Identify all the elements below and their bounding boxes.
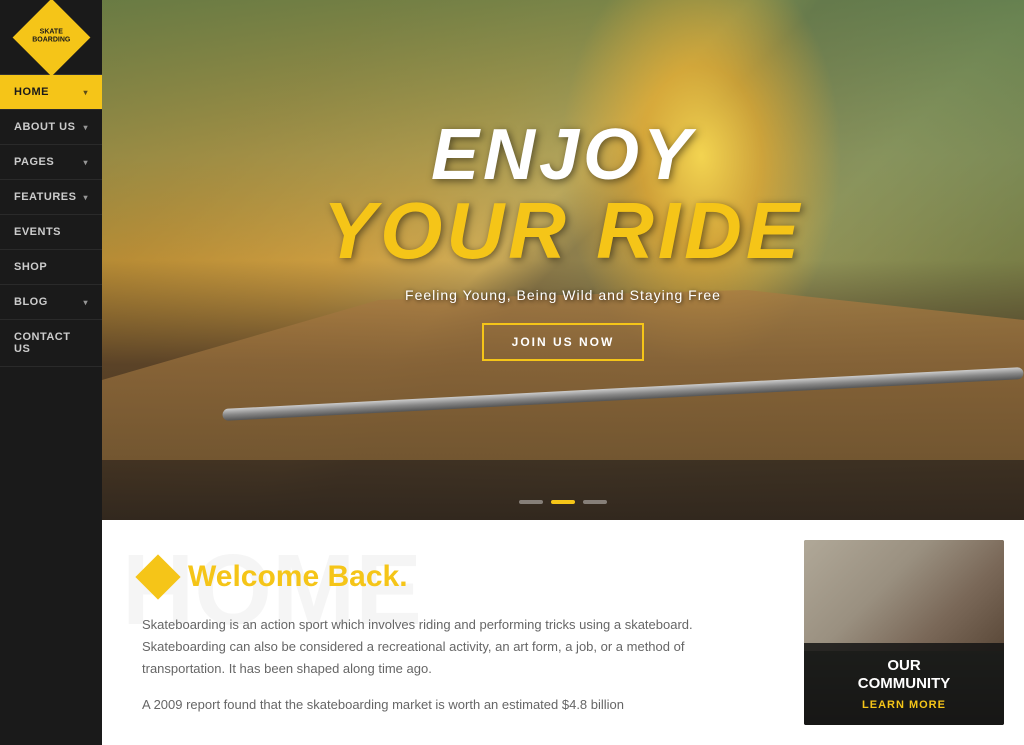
sidebar-item-about[interactable]: ABOUT US ▾ xyxy=(0,110,102,145)
chevron-down-icon: ▾ xyxy=(83,298,88,307)
hero-subtitle: Feeling Young, Being Wild and Staying Fr… xyxy=(405,287,721,303)
sidebar-item-home[interactable]: HOME ▾ xyxy=(0,75,102,110)
hero-title-line1: ENJOY xyxy=(431,119,695,191)
main-content: ENJOY YOUR RIDE Feeling Young, Being Wil… xyxy=(102,0,1024,745)
chevron-down-icon: ▾ xyxy=(83,158,88,167)
chevron-down-icon: ▾ xyxy=(83,88,88,97)
welcome-area: HOME Welcome Back. Skateboarding is an a… xyxy=(102,520,804,745)
join-now-button[interactable]: JOIN US NOW xyxy=(482,323,645,361)
sidebar-item-pages[interactable]: PAGES ▾ xyxy=(0,145,102,180)
logo-text: SKATE BOARDING xyxy=(32,29,70,46)
hero-section: ENJOY YOUR RIDE Feeling Young, Being Wil… xyxy=(102,0,1024,520)
community-learn-more-link[interactable]: LEARN MORE xyxy=(818,699,990,711)
sidebar-item-blog[interactable]: BLOG ▾ xyxy=(0,285,102,320)
sidebar-item-contact[interactable]: CONTACT US xyxy=(0,320,102,367)
sidebar: SKATE BOARDING HOME ▾ ABOUT US ▾ PAGES ▾… xyxy=(0,0,102,745)
welcome-paragraph-1: Skateboarding is an action sport which i… xyxy=(142,614,764,680)
community-card: OURCOMMUNITY LEARN MORE xyxy=(804,540,1004,725)
sidebar-item-features[interactable]: FEATURES ▾ xyxy=(0,180,102,215)
hero-title-line2: YOUR RIDE xyxy=(323,191,804,271)
community-overlay: OURCOMMUNITY LEARN MORE xyxy=(804,643,1004,725)
slider-dots xyxy=(519,500,607,504)
content-section: HOME Welcome Back. Skateboarding is an a… xyxy=(102,520,1024,745)
slider-dot-3[interactable] xyxy=(583,500,607,504)
logo-diamond: SKATE BOARDING xyxy=(12,0,90,76)
community-background: OURCOMMUNITY LEARN MORE xyxy=(804,540,1004,725)
community-title: OURCOMMUNITY xyxy=(818,657,990,693)
community-people-image xyxy=(804,540,1004,651)
chevron-down-icon: ▾ xyxy=(83,123,88,132)
hero-content: ENJOY YOUR RIDE Feeling Young, Being Wil… xyxy=(102,0,1024,520)
welcome-title: Welcome Back. xyxy=(188,560,408,594)
nav-menu: HOME ▾ ABOUT US ▾ PAGES ▾ FEATURES ▾ EVE… xyxy=(0,75,102,745)
welcome-paragraph-2: A 2009 report found that the skateboardi… xyxy=(142,694,764,716)
diamond-icon xyxy=(135,554,180,599)
slider-dot-1[interactable] xyxy=(519,500,543,504)
sidebar-item-events[interactable]: EVENTS xyxy=(0,215,102,250)
welcome-header: Welcome Back. xyxy=(142,560,764,594)
chevron-down-icon: ▾ xyxy=(83,193,88,202)
logo-area[interactable]: SKATE BOARDING xyxy=(0,0,102,75)
slider-dot-2[interactable] xyxy=(551,500,575,504)
sidebar-item-shop[interactable]: SHOP xyxy=(0,250,102,285)
